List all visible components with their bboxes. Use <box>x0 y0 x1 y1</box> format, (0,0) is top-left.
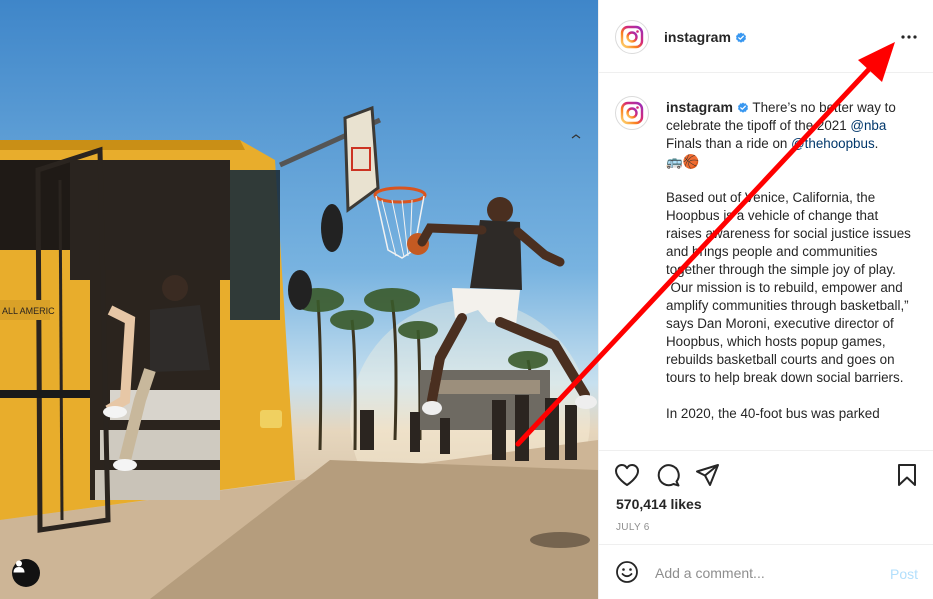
person-icon <box>13 560 25 573</box>
paper-plane-icon[interactable] <box>695 463 721 487</box>
instagram-logo-icon <box>620 101 644 125</box>
caption-paragraph-3: In 2020, the 40-foot bus was parked <box>666 406 880 421</box>
post-header: instagram <box>599 0 933 73</box>
mention-link-thehoopbus[interactable]: @thehoopbus <box>791 136 875 151</box>
post-image[interactable]: ALL AMERIC <box>0 0 598 599</box>
avatar[interactable] <box>615 20 649 54</box>
comment-input[interactable] <box>655 563 875 583</box>
smiley-icon[interactable] <box>615 560 639 584</box>
verified-badge-icon <box>737 102 748 113</box>
caption-paragraph-1: instagram There’s no better way to celeb… <box>666 98 916 171</box>
caption-paragraph-2: Based out of Venice, California, the Hoo… <box>666 190 911 385</box>
more-options-button[interactable] <box>898 28 920 46</box>
caption-text-3: . <box>874 136 879 151</box>
instagram-logo-icon <box>620 25 644 49</box>
caption-username[interactable]: instagram <box>666 99 733 115</box>
bookmark-icon[interactable] <box>896 463 918 487</box>
caption-emojis: 🚌🏀 <box>666 154 700 169</box>
header-username[interactable]: instagram <box>664 29 747 45</box>
caption-avatar[interactable] <box>615 96 649 130</box>
tagged-user-icon[interactable] <box>12 559 40 587</box>
header-username-text[interactable]: instagram <box>664 29 731 45</box>
post-image-artwork: ALL AMERIC <box>0 105 598 599</box>
post-comment-button[interactable]: Post <box>890 566 918 582</box>
svg-text:ALL AMERIC: ALL AMERIC <box>2 306 55 316</box>
caption-text-2: Finals than a ride on <box>666 136 792 151</box>
post-details-panel: instagram instagram There’s no better wa… <box>598 0 933 599</box>
mention-link-nba[interactable]: @nba <box>850 118 886 133</box>
add-comment-bar: Post <box>599 544 933 599</box>
like-count[interactable]: 570,414 likes <box>616 496 702 512</box>
comments-section[interactable]: instagram There’s no better way to celeb… <box>599 74 933 450</box>
post-date[interactable]: JULY 6 <box>616 522 650 533</box>
more-horizontal-icon <box>901 35 917 39</box>
post-caption: instagram There’s no better way to celeb… <box>666 98 916 441</box>
school-bus: ALL AMERIC <box>0 140 343 533</box>
comment-icon[interactable] <box>655 463 681 487</box>
post-actions: 570,414 likes JULY 6 <box>599 450 933 550</box>
heart-icon[interactable] <box>614 463 640 487</box>
verified-badge-icon <box>735 32 746 43</box>
